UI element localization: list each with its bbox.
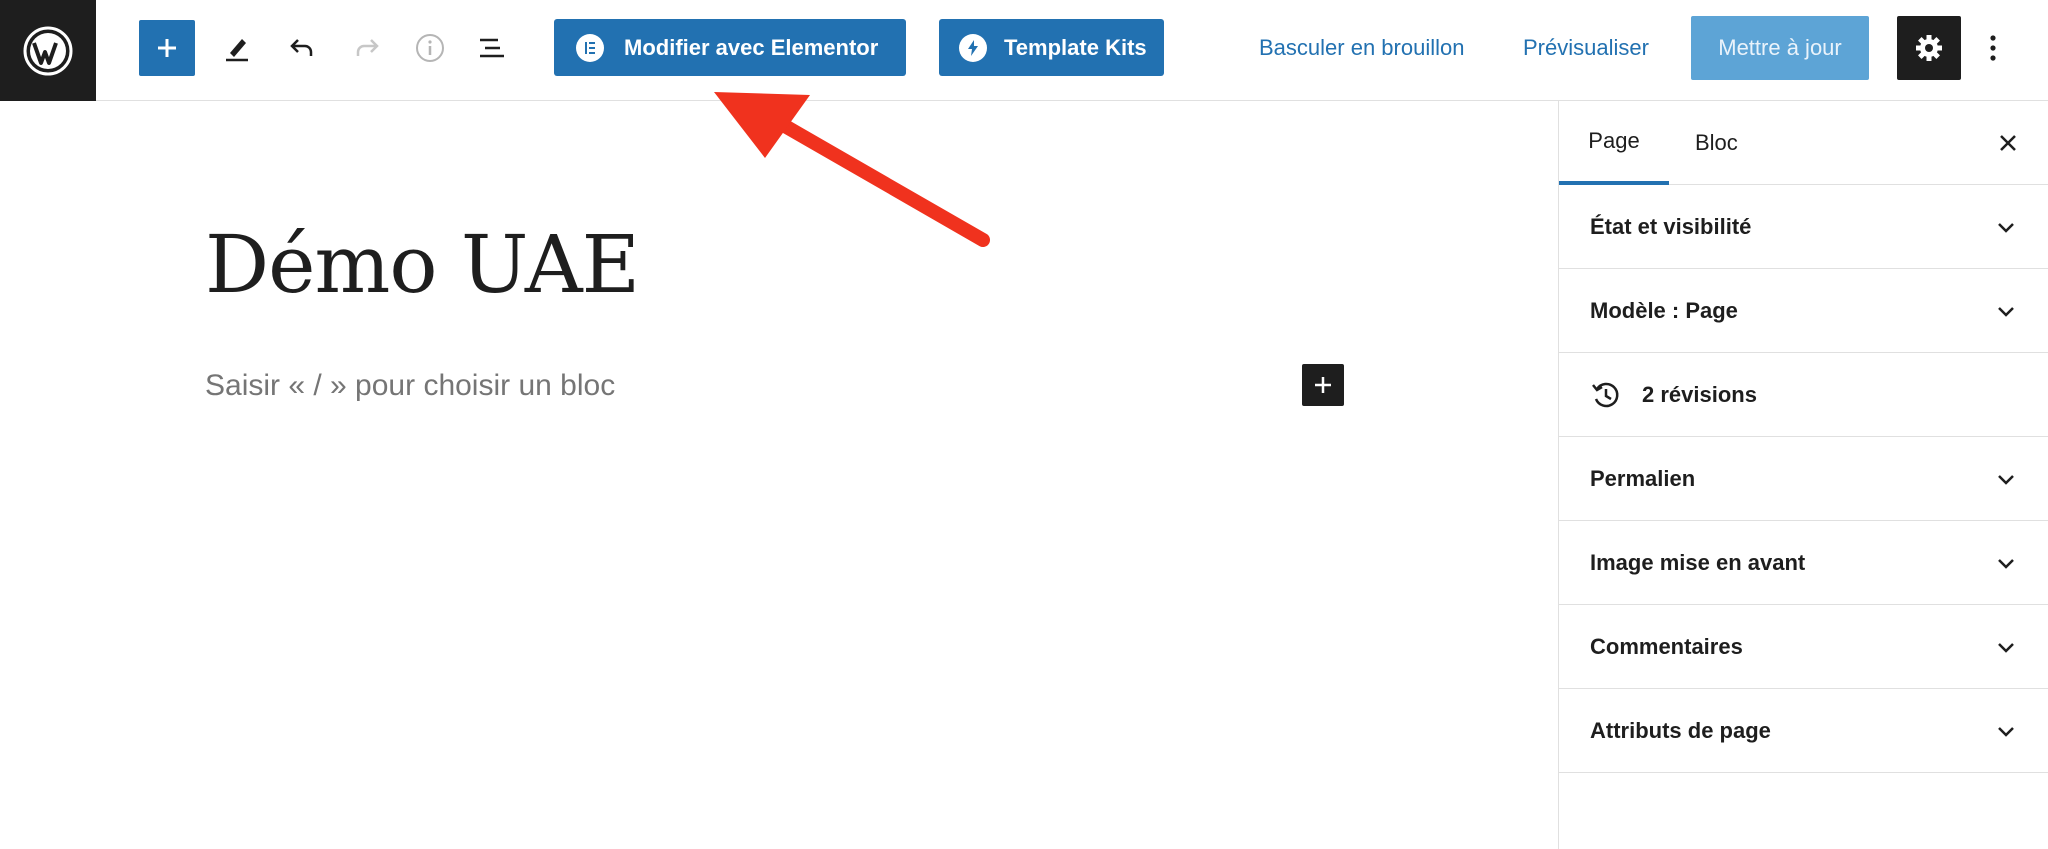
undo-icon (290, 39, 313, 56)
elementor-icon (576, 33, 604, 62)
chevron-down-icon (1998, 475, 2014, 485)
panel-label: Image mise en avant (1590, 549, 1806, 575)
template-kits-button[interactable]: Template Kits (939, 19, 1164, 76)
chevron-down-icon (1998, 307, 2014, 317)
panel-label: Commentaires (1590, 633, 1743, 659)
add-block-button[interactable] (139, 20, 195, 76)
sidebar-tabs: Page Bloc (1559, 101, 2048, 185)
plus-icon (1315, 377, 1331, 393)
tab-block[interactable]: Bloc (1695, 101, 1738, 185)
tab-page[interactable]: Page (1559, 101, 1669, 185)
panel-revisions[interactable]: 2 révisions (1559, 353, 2048, 437)
info-icon (416, 34, 444, 62)
settings-sidebar: Page Bloc État et visibilité Modèle : Pa… (1558, 101, 2048, 849)
panel-template[interactable]: Modèle : Page (1559, 269, 2048, 353)
panel-comments[interactable]: Commentaires (1559, 605, 2048, 689)
redo-icon (356, 39, 379, 56)
edit-with-elementor-button[interactable]: Modifier avec Elementor (554, 19, 906, 76)
panel-label: État et visibilité (1590, 213, 1752, 239)
list-view-button[interactable] (464, 20, 520, 76)
top-toolbar: Modifier avec Elementor Template Kits Ba… (0, 0, 2048, 101)
panel-label: Attributs de page (1590, 717, 1771, 743)
panel-page-attributes[interactable]: Attributs de page (1559, 689, 2048, 773)
more-options-button[interactable] (1978, 16, 2008, 80)
panel-status-visibility[interactable]: État et visibilité (1559, 185, 2048, 269)
panel-label: 2 révisions (1642, 381, 1757, 407)
inline-add-block-button[interactable] (1302, 364, 1344, 406)
plus-icon (158, 39, 176, 57)
close-icon (2000, 135, 2016, 151)
gear-icon (1916, 35, 1942, 61)
edit-tools-button[interactable] (209, 20, 265, 76)
close-sidebar-button[interactable] (1988, 123, 2028, 163)
details-button[interactable] (402, 20, 458, 76)
bolt-icon (959, 33, 987, 62)
list-view-icon (480, 38, 504, 58)
undo-button[interactable] (274, 20, 330, 76)
redo-button[interactable] (339, 20, 395, 76)
panel-featured-image[interactable]: Image mise en avant (1559, 521, 2048, 605)
page-title[interactable]: Démo UAE (205, 218, 640, 311)
update-button[interactable]: Mettre à jour (1691, 16, 1869, 80)
preview-link[interactable]: Prévisualiser (1523, 0, 1649, 96)
panel-label: Permalien (1590, 465, 1696, 491)
block-placeholder[interactable]: Saisir « / » pour choisir un bloc (205, 369, 615, 403)
pencil-icon (226, 39, 248, 62)
panel-permalink[interactable]: Permalien (1559, 437, 2048, 521)
editor-canvas[interactable]: Démo UAE Saisir « / » pour choisir un bl… (0, 101, 1558, 849)
history-icon (1592, 382, 1619, 407)
chevron-down-icon (1998, 223, 2014, 233)
template-kits-label: Template Kits (1004, 34, 1147, 60)
elementor-label: Modifier avec Elementor (624, 34, 879, 60)
settings-button[interactable] (1897, 16, 1961, 80)
wordpress-logo-icon[interactable] (0, 0, 96, 101)
switch-to-draft-link[interactable]: Basculer en brouillon (1259, 0, 1464, 96)
vertical-ellipsis-icon (1990, 35, 1996, 61)
panel-label: Modèle : Page (1590, 297, 1738, 323)
chevron-down-icon (1998, 727, 2014, 737)
chevron-down-icon (1998, 643, 2014, 653)
chevron-down-icon (1998, 559, 2014, 569)
